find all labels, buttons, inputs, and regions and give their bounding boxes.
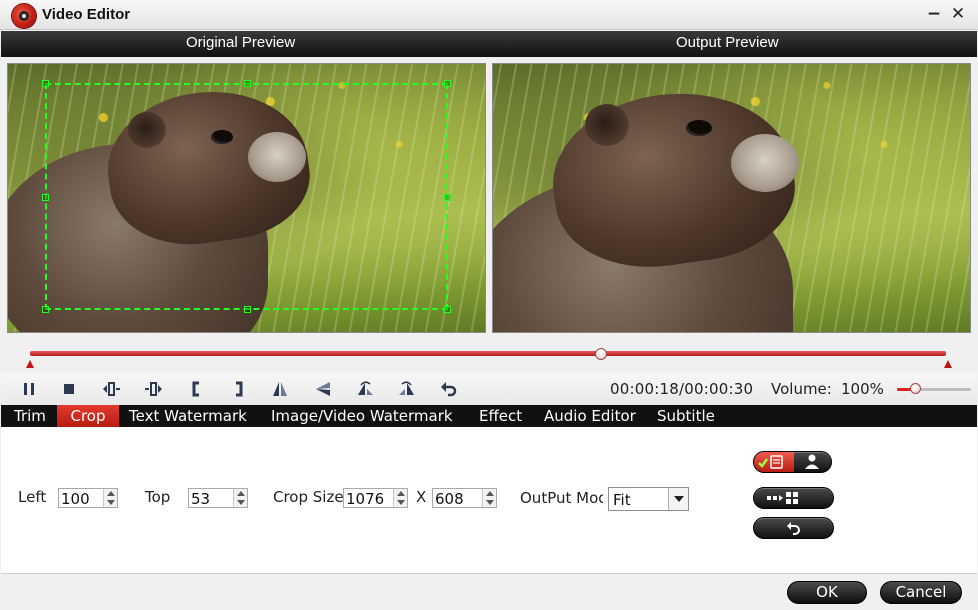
crop-handle-right[interactable] (444, 194, 451, 201)
output-preview-label: Output Preview (676, 34, 779, 51)
stepper-up-icon[interactable] (486, 491, 494, 496)
editor-tabs: Trim Crop Text Watermark Image/Video Wat… (1, 405, 977, 427)
layout-grid-icon (767, 492, 798, 504)
volume-slider-handle[interactable] (910, 383, 921, 394)
original-preview[interactable] (7, 63, 486, 333)
stepper-down-icon[interactable] (486, 500, 494, 505)
rotate-right-icon[interactable] (397, 379, 417, 399)
stepper-up-icon[interactable] (397, 491, 405, 496)
crop-width-value[interactable]: 1076 (346, 490, 384, 508)
crop-handle-left[interactable] (42, 194, 49, 201)
reset-crop-button[interactable] (753, 517, 834, 539)
crop-selection-box[interactable] (42, 80, 451, 313)
output-mode-label: OutPut Mode (520, 489, 603, 507)
cancel-button[interactable]: Cancel (880, 581, 962, 604)
trim-start-marker[interactable] (26, 360, 34, 368)
stepper-up-icon[interactable] (107, 491, 115, 496)
tab-trim[interactable]: Trim (14, 405, 46, 427)
stepper-down-icon[interactable] (237, 500, 245, 505)
crop-panel: Left 100 Top 53 Crop Size 1076 X 608 Out… (1, 427, 977, 574)
pause-icon[interactable] (19, 379, 39, 399)
time-readout: 00:00:18/00:00:30 (610, 380, 754, 398)
crop-preset-button[interactable] (753, 487, 834, 509)
minimize-button[interactable]: − (924, 4, 944, 24)
flip-horizontal-icon[interactable] (270, 379, 290, 399)
left-stepper[interactable]: 100 (58, 488, 118, 508)
marmot-ear (585, 104, 629, 146)
keep-aspect-toggle-button[interactable] (753, 451, 832, 473)
crop-handle-bottom-right[interactable] (444, 306, 451, 313)
top-stepper[interactable]: 53 (188, 488, 248, 508)
title-bar: Video Editor − ✕ (0, 0, 978, 30)
output-preview (492, 63, 971, 333)
left-label: Left (18, 488, 47, 506)
close-button[interactable]: ✕ (948, 4, 968, 24)
ok-button[interactable]: OK (787, 581, 867, 604)
rotate-left-icon[interactable] (355, 379, 375, 399)
tab-crop[interactable]: Crop (57, 405, 119, 427)
set-start-icon[interactable] (187, 379, 207, 399)
undo-icon[interactable] (439, 379, 459, 399)
top-value[interactable]: 53 (191, 490, 210, 508)
marmot-muzzle (731, 134, 799, 192)
timeline-bar[interactable] (30, 351, 946, 356)
crop-width-stepper[interactable]: 1076 (343, 488, 408, 508)
previous-frame-icon[interactable] (101, 379, 121, 399)
preview-header: Original Preview Output Preview (1, 31, 977, 57)
tab-text-watermark[interactable]: Text Watermark (129, 405, 247, 427)
original-preview-label: Original Preview (186, 34, 296, 51)
tab-effect[interactable]: Effect (479, 405, 522, 427)
dialog-footer: OK Cancel (1, 575, 977, 609)
crop-size-label: Crop Size (273, 488, 343, 506)
trim-end-marker[interactable] (944, 360, 952, 368)
stepper-down-icon[interactable] (397, 500, 405, 505)
volume-label: Volume: (771, 380, 832, 398)
playhead-handle[interactable] (595, 348, 607, 360)
tab-audio-editor[interactable]: Audio Editor (544, 405, 636, 427)
marmot-eye (686, 120, 712, 136)
crop-handle-bottom-left[interactable] (42, 306, 49, 313)
undo-icon (787, 522, 800, 535)
output-mode-select[interactable]: Fit (608, 487, 689, 511)
size-separator: X (416, 488, 427, 506)
tab-image-video-watermark[interactable]: Image/Video Watermark (271, 405, 453, 427)
left-value[interactable]: 100 (61, 490, 90, 508)
crop-height-value[interactable]: 608 (435, 490, 464, 508)
tab-subtitle[interactable]: Subtitle (657, 405, 715, 427)
crop-handle-top-left[interactable] (42, 80, 49, 87)
crop-handle-top-right[interactable] (444, 80, 451, 87)
volume-value: 100% (841, 380, 884, 398)
top-label: Top (145, 488, 171, 506)
window-title: Video Editor (42, 6, 131, 23)
stop-icon[interactable] (59, 379, 79, 399)
apply-check-icon[interactable] (754, 452, 794, 472)
next-frame-icon[interactable] (144, 379, 164, 399)
flip-vertical-icon[interactable] (313, 379, 333, 399)
person-icon (805, 454, 819, 469)
stepper-up-icon[interactable] (237, 491, 245, 496)
app-logo-icon (12, 4, 36, 28)
chevron-down-icon[interactable] (668, 488, 688, 510)
crop-height-stepper[interactable]: 608 (432, 488, 497, 508)
crop-handle-top[interactable] (244, 80, 251, 87)
crop-handle-bottom[interactable] (244, 306, 251, 313)
playback-toolbar: 00:00:18/00:00:30 Volume: 100% (1, 373, 977, 405)
output-mode-value[interactable]: Fit (613, 491, 631, 509)
set-end-icon[interactable] (228, 379, 248, 399)
stepper-down-icon[interactable] (107, 500, 115, 505)
